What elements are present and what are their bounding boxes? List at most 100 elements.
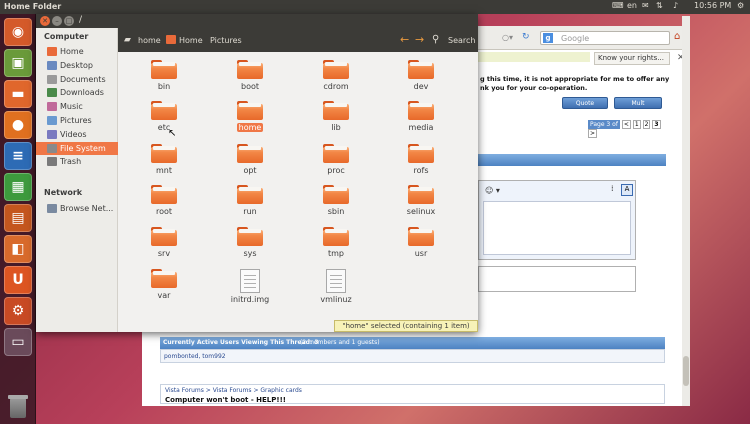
folder-icon bbox=[151, 269, 177, 288]
clock[interactable]: 10:56 PM bbox=[694, 1, 731, 10]
search-button-label[interactable]: Search bbox=[448, 36, 475, 45]
dropdown-arrow-icon[interactable]: ○▾ bbox=[502, 33, 520, 43]
folder-root[interactable]: root bbox=[134, 185, 194, 216]
pager-prev[interactable]: < bbox=[621, 120, 631, 129]
pager-next[interactable]: > bbox=[588, 129, 598, 138]
keyboard-icon[interactable]: ⌨ bbox=[612, 1, 624, 10]
folder-boot[interactable]: boot bbox=[220, 60, 280, 91]
wysiwyg-toggle-icon[interactable]: A bbox=[621, 184, 633, 196]
folder-srv[interactable]: srv bbox=[134, 227, 194, 258]
breadcrumb-pictures[interactable]: Pictures bbox=[210, 36, 242, 45]
fm-titlebar[interactable]: ✕ – □ / bbox=[36, 14, 478, 28]
file-system-icon bbox=[47, 143, 57, 153]
file-vmlinuz[interactable]: vmlinuz bbox=[306, 269, 366, 304]
launcher-files-icon[interactable]: ▬ bbox=[4, 80, 32, 108]
reload-icon[interactable]: ↻ bbox=[522, 32, 532, 44]
launcher-software-center-icon[interactable]: ◧ bbox=[4, 235, 32, 263]
minimize-window-icon[interactable]: – bbox=[52, 16, 62, 26]
sidebar-item-pictures[interactable]: Pictures bbox=[36, 114, 118, 127]
forum-breadcrumb[interactable]: Vista Forums > Vista Forums > Graphic ca… bbox=[165, 387, 302, 394]
sidebar-item-browse-network[interactable]: Browse Net... bbox=[36, 202, 118, 215]
folder-opt[interactable]: opt bbox=[220, 144, 280, 175]
resize-icon[interactable]: ⁞ bbox=[611, 184, 614, 193]
sidebar-item-videos[interactable]: Videos bbox=[36, 128, 118, 141]
launcher-firefox-icon[interactable]: ● bbox=[4, 111, 32, 139]
drive-icon[interactable]: ▰ bbox=[124, 35, 131, 45]
folder-cdrom[interactable]: cdrom bbox=[306, 60, 366, 91]
launcher-photo-app-icon[interactable]: ▣ bbox=[4, 49, 32, 77]
search-box[interactable]: g Google bbox=[540, 31, 670, 45]
notice-line-2: nk you for your co-operation. bbox=[480, 84, 588, 92]
back-icon[interactable]: ← bbox=[400, 33, 409, 46]
item-label: boot bbox=[240, 82, 259, 91]
sidebar-item-file-system[interactable]: File System bbox=[36, 141, 118, 155]
sidebar-item-documents[interactable]: Documents bbox=[36, 73, 118, 86]
folder-icon bbox=[151, 60, 177, 79]
file-initrd-img[interactable]: initrd.img bbox=[220, 269, 280, 304]
reply-textarea[interactable] bbox=[483, 201, 631, 255]
sidebar-item-downloads[interactable]: Downloads bbox=[36, 86, 118, 99]
sidebar-item-music[interactable]: Music bbox=[36, 100, 118, 113]
folder-var[interactable]: var bbox=[134, 269, 194, 300]
scrollbar-thumb[interactable] bbox=[683, 356, 689, 386]
item-label: root bbox=[155, 207, 173, 216]
folder-etc[interactable]: etc bbox=[134, 101, 194, 132]
quote-button[interactable]: Quote bbox=[562, 97, 608, 109]
pager-3[interactable]: 3 bbox=[652, 120, 661, 129]
launcher-trash-icon[interactable] bbox=[4, 392, 32, 420]
item-label: selinux bbox=[406, 207, 436, 216]
browser-scrollbar[interactable] bbox=[682, 16, 690, 406]
folder-sbin[interactable]: sbin bbox=[306, 185, 366, 216]
pager-2[interactable]: 2 bbox=[642, 120, 651, 129]
item-label: home bbox=[236, 123, 264, 132]
search-placeholder: Google bbox=[561, 34, 590, 43]
breadcrumb-home-folder[interactable]: Home bbox=[179, 36, 203, 45]
folder-usr[interactable]: usr bbox=[391, 227, 451, 258]
launcher-workspaces-icon[interactable]: ▭ bbox=[4, 328, 32, 356]
users-list[interactable]: pombonted, tom992 bbox=[164, 353, 226, 360]
search-icon[interactable]: ⚲ bbox=[432, 34, 439, 45]
folder-selinux[interactable]: selinux bbox=[391, 185, 451, 216]
folder-lib[interactable]: lib bbox=[306, 101, 366, 132]
power-gear-icon[interactable]: ⚙ bbox=[737, 1, 744, 10]
sidebar-item-home[interactable]: Home bbox=[36, 45, 118, 58]
launcher-dash-icon[interactable]: ◉ bbox=[4, 18, 32, 46]
launcher-ubuntu-one-icon[interactable]: U bbox=[4, 266, 32, 294]
sidebar-item-desktop[interactable]: Desktop bbox=[36, 59, 118, 72]
sidebar-item-label: Downloads bbox=[60, 88, 104, 98]
close-window-icon[interactable]: ✕ bbox=[40, 16, 50, 26]
volume-icon[interactable]: ♪ bbox=[673, 1, 678, 10]
forward-icon[interactable]: → bbox=[415, 33, 424, 46]
folder-bin[interactable]: bin bbox=[134, 60, 194, 91]
notice-line-1: g this time, it is not appropriate for m… bbox=[480, 75, 670, 83]
folder-rofs[interactable]: rofs bbox=[391, 144, 451, 175]
browser-tab[interactable]: Know your rights... bbox=[594, 52, 670, 65]
launcher-impress-icon[interactable]: ▤ bbox=[4, 204, 32, 232]
sidebar-item-trash[interactable]: Trash bbox=[36, 155, 118, 168]
folder-icon bbox=[323, 185, 349, 204]
fm-icon-view[interactable]: bin boot cdrom dev etc home lib media mnt opt proc… bbox=[119, 52, 478, 332]
folder-icon bbox=[408, 60, 434, 79]
folder-tmp[interactable]: tmp bbox=[306, 227, 366, 258]
mail-icon[interactable]: ✉ bbox=[642, 1, 649, 10]
folder-home[interactable]: home bbox=[220, 101, 280, 132]
keyboard-layout[interactable]: en bbox=[627, 1, 637, 10]
sidebar-item-label: Documents bbox=[60, 74, 106, 84]
multi-quote-button[interactable]: Mult bbox=[614, 97, 662, 109]
maximize-window-icon[interactable]: □ bbox=[64, 16, 74, 26]
launcher-settings-icon[interactable]: ⚙ bbox=[4, 297, 32, 325]
network-icon[interactable]: ⇅ bbox=[656, 1, 663, 10]
folder-run[interactable]: run bbox=[220, 185, 280, 216]
smiley-dropdown-icon[interactable]: ☺ ▾ bbox=[485, 186, 500, 195]
folder-icon bbox=[151, 227, 177, 246]
folder-mnt[interactable]: mnt bbox=[134, 144, 194, 175]
reply-editor[interactable]: ☺ ▾ ⁞ A bbox=[478, 180, 636, 260]
pager-1[interactable]: 1 bbox=[632, 120, 641, 129]
launcher-calc-icon[interactable]: ▦ bbox=[4, 173, 32, 201]
folder-dev[interactable]: dev bbox=[391, 60, 451, 91]
folder-media[interactable]: media bbox=[391, 101, 451, 132]
folder-proc[interactable]: proc bbox=[306, 144, 366, 175]
folder-sys[interactable]: sys bbox=[220, 227, 280, 258]
breadcrumb-home[interactable]: home bbox=[138, 36, 161, 45]
launcher-writer-icon[interactable]: ≡ bbox=[4, 142, 32, 170]
